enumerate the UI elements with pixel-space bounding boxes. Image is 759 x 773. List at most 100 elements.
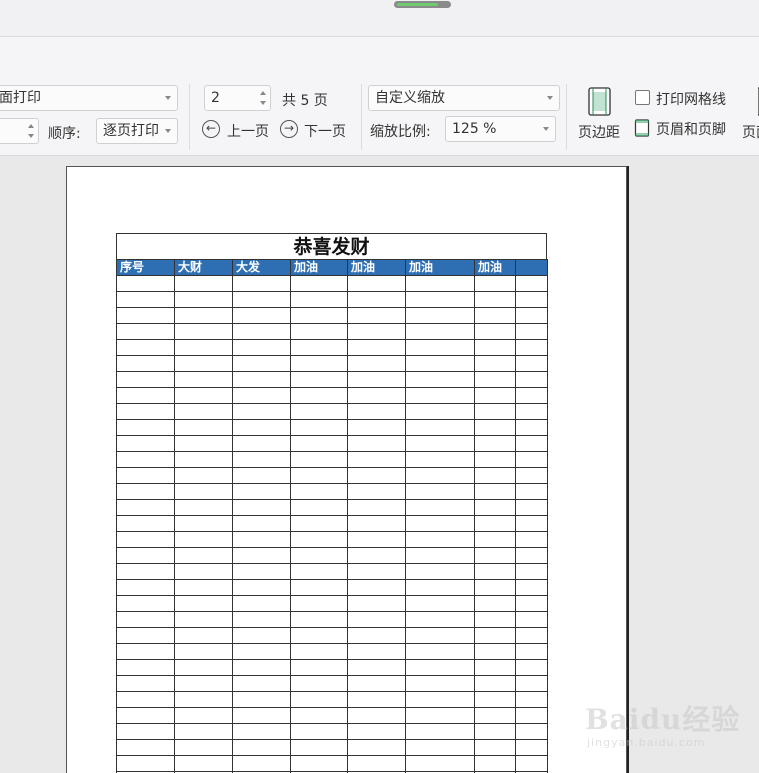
table-cell — [116, 563, 175, 580]
table-cell — [405, 643, 475, 660]
table-header-row: 序号 大财 大发 加油 加油 加油 加油 — [116, 259, 548, 276]
table-cell — [290, 547, 348, 564]
print-order-select[interactable]: 逐页打印 — [96, 118, 178, 144]
table-cell — [405, 691, 475, 708]
total-pages-label: 共 5 页 — [282, 93, 328, 109]
table-cell — [405, 755, 475, 772]
table-cell — [405, 355, 475, 372]
table-row — [116, 419, 548, 436]
table-cell — [474, 755, 516, 772]
margins-button[interactable]: 页边距 — [574, 86, 626, 142]
scale-mode-select[interactable]: 自定义缩放 — [368, 85, 560, 111]
table-cell — [174, 483, 233, 500]
table-cell — [405, 483, 475, 500]
table-cell — [290, 371, 348, 388]
table-cell — [347, 355, 406, 372]
table-cell — [405, 275, 475, 292]
table-cell — [515, 355, 548, 372]
table-cell — [515, 467, 548, 484]
scale-ratio-select[interactable]: 125 % — [445, 116, 556, 142]
table-cell — [232, 451, 291, 468]
table-cell — [405, 339, 475, 356]
table-cell — [474, 531, 516, 548]
table-cell — [405, 291, 475, 308]
table-cell — [232, 659, 291, 676]
table-cell — [290, 467, 348, 484]
table-cell — [347, 515, 406, 532]
stepper-arrows-icon[interactable] — [27, 121, 36, 141]
progress-fill — [397, 3, 438, 6]
table-cell — [347, 291, 406, 308]
table-row — [116, 387, 548, 404]
table-cell — [515, 291, 548, 308]
table-cell — [405, 451, 475, 468]
loading-progress-bar — [394, 1, 451, 8]
table-cell — [116, 515, 175, 532]
table-cell — [232, 467, 291, 484]
table-cell — [405, 307, 475, 324]
page-number-input[interactable]: 2 — [204, 85, 271, 111]
next-page-button[interactable]: → 下一页 — [280, 119, 352, 141]
table-cell — [515, 499, 548, 516]
table-cell — [347, 499, 406, 516]
print-mode-select[interactable]: 面打印 — [0, 85, 178, 111]
prev-page-button[interactable]: ← 上一页 — [202, 119, 274, 141]
table-cell — [515, 595, 548, 612]
table-cell — [405, 659, 475, 676]
table-cell — [116, 579, 175, 596]
table-cell — [347, 371, 406, 388]
table-row — [116, 627, 548, 644]
table-cell — [347, 387, 406, 404]
table-cell — [474, 339, 516, 356]
table-cell — [405, 403, 475, 420]
table-row — [116, 451, 548, 468]
table-cell — [232, 579, 291, 596]
table-cell — [347, 275, 406, 292]
table-cell — [232, 755, 291, 772]
table-cell — [232, 291, 291, 308]
table-cell — [474, 451, 516, 468]
table-row — [116, 291, 548, 308]
arrow-left-circle-icon: ← — [202, 120, 220, 138]
table-cell — [232, 499, 291, 516]
table-cell — [174, 723, 233, 740]
page-setup-button[interactable]: 页面 — [740, 86, 759, 142]
table-cell — [515, 643, 548, 660]
scale-ratio-value: 125 % — [452, 121, 497, 137]
table-cell — [474, 611, 516, 628]
table-cell — [116, 627, 175, 644]
stepper-arrows-icon[interactable] — [259, 88, 268, 108]
table-cell — [474, 675, 516, 692]
table-cell — [474, 691, 516, 708]
table-cell — [474, 499, 516, 516]
table-cell — [116, 675, 175, 692]
table-cell — [290, 755, 348, 772]
table-cell — [515, 435, 548, 452]
table-cell — [174, 547, 233, 564]
table-cell — [405, 579, 475, 596]
table-cell — [515, 451, 548, 468]
scale-ratio-label: 缩放比例: — [370, 124, 431, 140]
table-cell — [116, 371, 175, 388]
copies-stepper[interactable] — [0, 118, 39, 144]
table-cell — [290, 611, 348, 628]
table-cell — [116, 755, 175, 772]
table-cell — [290, 483, 348, 500]
table-cell — [174, 275, 233, 292]
page-number-value: 2 — [211, 90, 220, 106]
print-gridlines-checkbox[interactable]: 打印网格线 — [634, 89, 744, 109]
table-cell — [232, 371, 291, 388]
table-cell — [474, 627, 516, 644]
checkbox-box[interactable] — [635, 90, 650, 105]
table-cell — [290, 307, 348, 324]
table-cell — [515, 723, 548, 740]
table-cell — [347, 547, 406, 564]
table-cell — [290, 643, 348, 660]
table-cell — [174, 419, 233, 436]
table-cell — [174, 595, 233, 612]
table-cell — [405, 387, 475, 404]
table-row — [116, 675, 548, 692]
table-cell — [174, 643, 233, 660]
header-footer-button[interactable]: 页眉和页脚 — [634, 119, 744, 139]
table-cell — [474, 275, 516, 292]
